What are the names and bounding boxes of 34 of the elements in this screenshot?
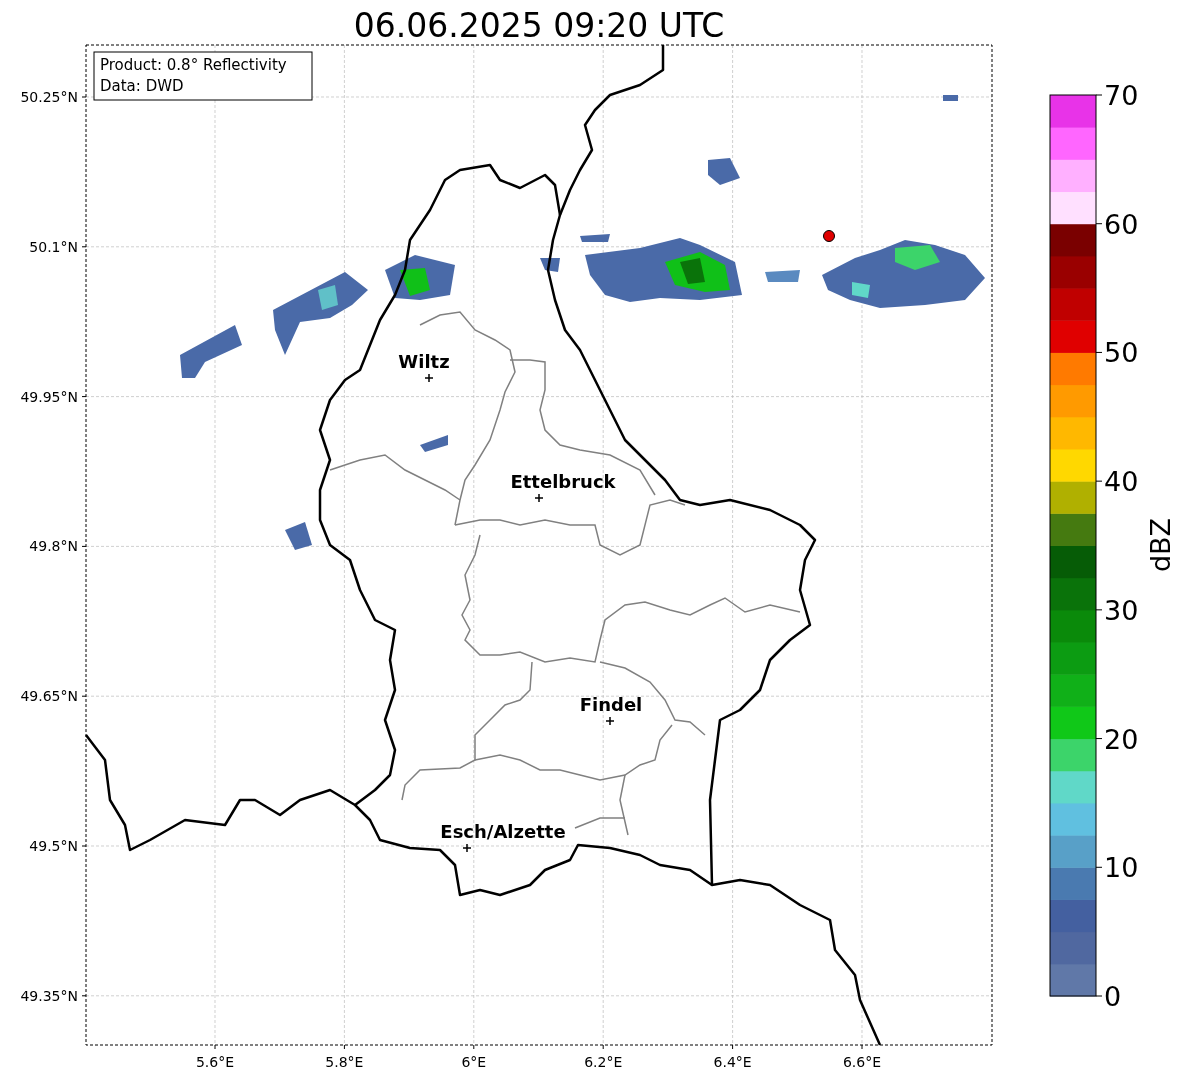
city-label: Findel [579, 694, 643, 715]
colorbar-label: dBZ [1145, 517, 1176, 573]
latitude-label: 49.8°N [29, 538, 78, 555]
city-marker-icon [534, 493, 544, 503]
info-text: Data: DWD [100, 77, 184, 95]
city-marker-icon [424, 373, 434, 383]
colorbar-tick-label: 20 [1104, 723, 1139, 755]
longitude-label: 6.4°E [713, 1054, 752, 1070]
longitude-label: 6°E [461, 1054, 487, 1070]
site-marker-icon [823, 230, 835, 242]
colorbar-tick-label: 40 [1104, 466, 1139, 498]
latitude-label: 50.1°N [29, 238, 78, 255]
city-marker-icon [462, 843, 472, 853]
longitude-label: 6.6°E [842, 1054, 882, 1070]
info-text: Product: 0.8° Reflectivity [100, 56, 287, 74]
latitude-label: 49.65°N [20, 688, 78, 705]
colorbar-tick-label: 70 [1104, 80, 1139, 111]
longitude-label: 6.2°E [584, 1054, 623, 1070]
city-marker-icon [605, 716, 615, 726]
colorbar-tick-label: 50 [1104, 337, 1139, 369]
longitude-label: 5.6°E [195, 1054, 235, 1070]
city-label: Esch/Alzette [440, 821, 566, 842]
longitude-label: 5.8°E [325, 1054, 364, 1070]
colorbar-tick-label: 30 [1104, 594, 1139, 626]
city-label: Wiltz [398, 351, 450, 372]
latitude-label: 49.35°N [20, 987, 78, 1004]
colorbar-tick-label: 0 [1104, 981, 1122, 1012]
chart-title: 06.06.2025 09:20 UTC [353, 6, 725, 45]
colorbar-tick-label: 60 [1104, 208, 1139, 240]
latitude-label: 49.5°N [29, 838, 78, 854]
colorbar-tick-label: 10 [1104, 852, 1139, 884]
latitude-label: 50.25°N [20, 89, 78, 105]
latitude-label: 49.95°N [20, 388, 78, 405]
city-label: Ettelbruck [510, 471, 616, 492]
